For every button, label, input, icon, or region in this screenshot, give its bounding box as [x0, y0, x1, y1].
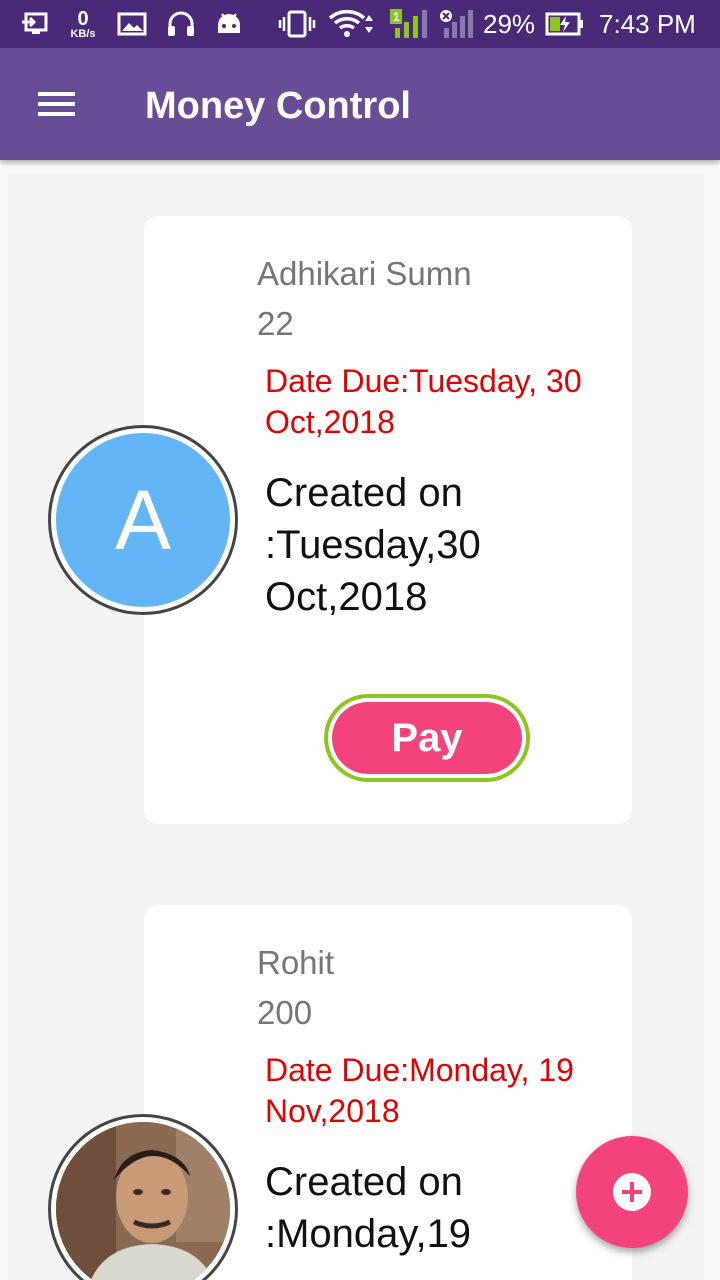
- network-speed-value: 0: [77, 7, 89, 30]
- pay-button-label: Pay: [332, 702, 522, 774]
- usb-debug-icon: [20, 0, 50, 48]
- vibrate-icon: [278, 0, 316, 48]
- clock: 7:43 PM: [599, 8, 696, 39]
- pay-button[interactable]: Pay: [324, 694, 530, 782]
- record-due-date: Date Due:Monday, 19 Nov,2018: [265, 1052, 574, 1129]
- signal-sim1-icon: 1: [388, 0, 428, 48]
- battery-percent: 29%: [483, 8, 536, 39]
- headset-icon: [166, 0, 196, 48]
- record-amount: 200: [257, 994, 313, 1031]
- app-bar: Money Control: [0, 48, 720, 160]
- records-list[interactable]: Adhikari Sumn 22 Date Due:Tuesday, 30 Oc…: [8, 174, 704, 1280]
- add-button[interactable]: [576, 1136, 688, 1248]
- network-speed: 0 KB/s: [66, 0, 100, 48]
- signal-sim2-no-service-icon: [438, 0, 474, 48]
- wifi-icon: [328, 0, 376, 48]
- user-photo-icon: [56, 1122, 230, 1280]
- record-created-date: Created on :Monday,19: [265, 1160, 472, 1256]
- avatar[interactable]: A: [48, 425, 238, 615]
- add-icon: [613, 1173, 651, 1211]
- battery-charging-icon: [545, 0, 585, 48]
- avatar-letter: A: [56, 433, 230, 607]
- record-created-date: Created on :Tuesday,30 Oct,2018: [265, 471, 481, 619]
- hamburger-menu-icon[interactable]: [30, 84, 82, 124]
- network-speed-unit: KB/s: [70, 27, 96, 40]
- app-title: Money Control: [145, 85, 411, 127]
- status-bar: 0 KB/s 1 29% 7:43 PM: [0, 0, 720, 48]
- gallery-icon: [117, 0, 147, 48]
- svg-text:1: 1: [393, 10, 400, 24]
- record-amount: 22: [257, 305, 294, 342]
- android-icon: [215, 0, 243, 48]
- record-due-date: Date Due:Tuesday, 30 Oct,2018: [265, 363, 582, 440]
- record-name: Adhikari Sumn: [257, 255, 472, 292]
- record-name: Rohit: [257, 944, 335, 981]
